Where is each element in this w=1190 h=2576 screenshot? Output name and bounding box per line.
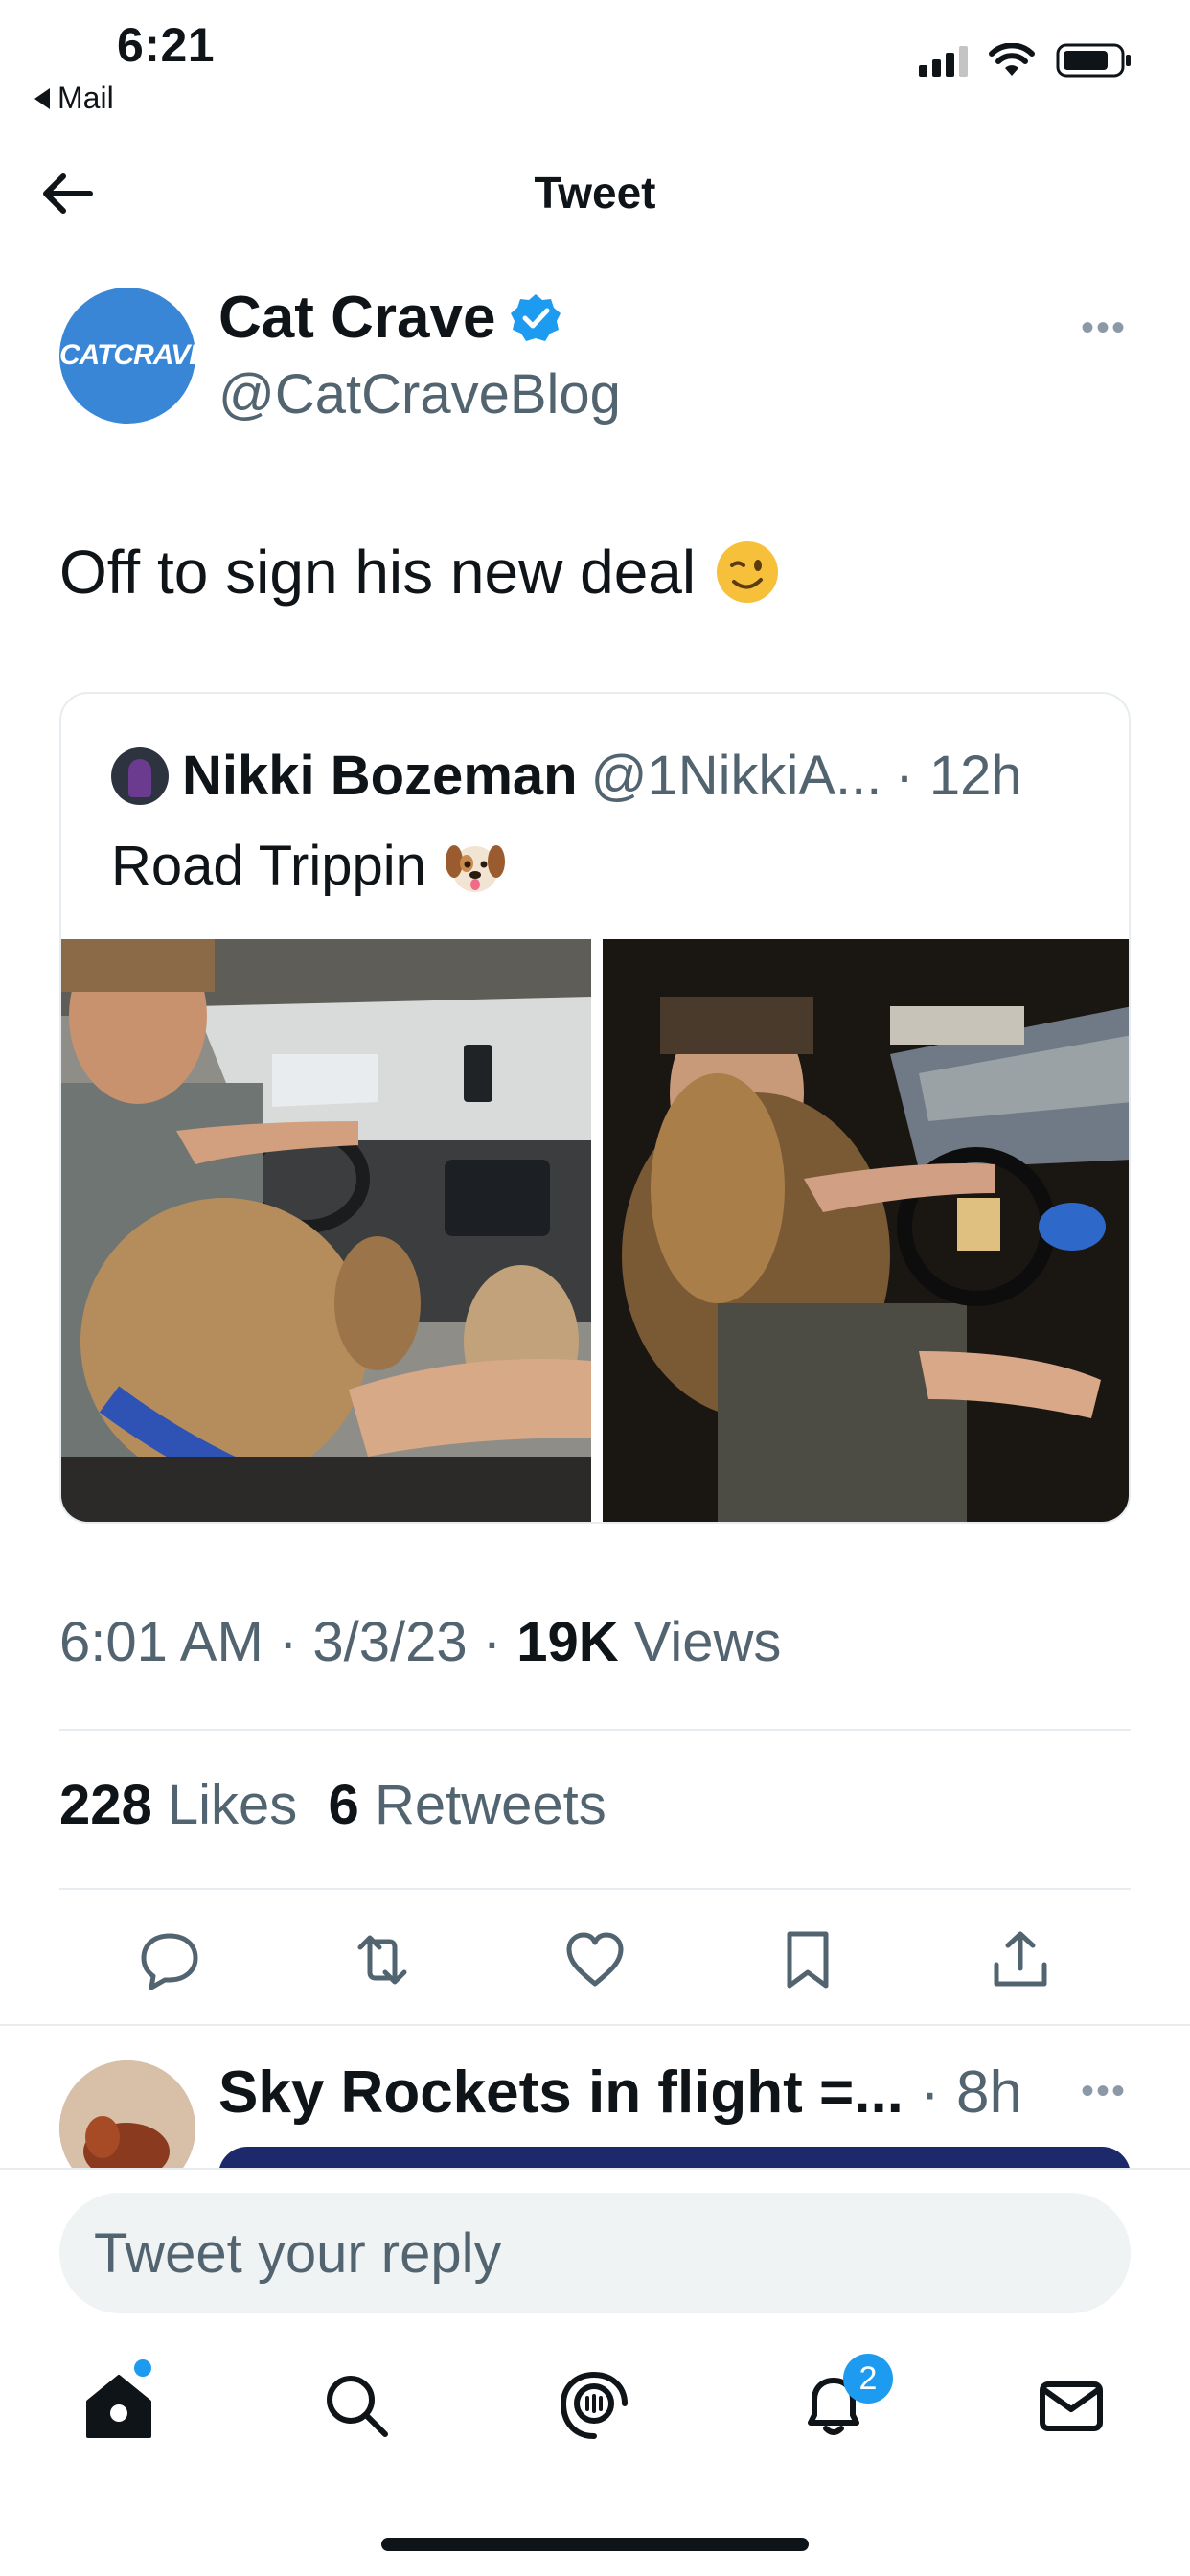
more-options-icon[interactable]: •••: [1081, 307, 1127, 350]
quoted-tweet-time: · 12h: [895, 745, 1022, 807]
reply-more-options-icon[interactable]: •••: [1081, 2070, 1127, 2113]
quoted-author-name: Nikki Bozeman: [182, 745, 578, 807]
section-divider: [0, 2024, 1190, 2026]
reply-time: · 8h: [920, 2059, 1022, 2126]
page-title: Tweet: [534, 168, 656, 218]
winking-face-icon: [717, 541, 779, 603]
back-to-mail[interactable]: Mail: [34, 80, 114, 116]
tweet-actions: [0, 1926, 1190, 2003]
quoted-tweet-body: Road Trippin: [111, 835, 426, 897]
bookmark-icon[interactable]: [774, 1926, 841, 1993]
author-handle[interactable]: @CatCraveBlog: [218, 362, 621, 426]
reply-icon[interactable]: [136, 1926, 203, 1993]
back-triangle-icon: [34, 87, 50, 109]
meta-separator: ·: [278, 1611, 298, 1673]
engagement-stats: 228 Likes 6 Retweets: [59, 1773, 606, 1837]
retweet-icon[interactable]: [349, 1926, 416, 1993]
retweets-label: Retweets: [374, 1774, 606, 1836]
quoted-photo-right[interactable]: [603, 939, 1131, 1524]
tweet-time: 6:01 AM: [59, 1611, 263, 1673]
quoted-tweet-header: Nikki Bozeman @1NikkiA... · 12h: [111, 744, 1022, 808]
meta-separator: ·: [482, 1611, 502, 1673]
retweets-stat[interactable]: 6 Retweets: [329, 1774, 606, 1836]
quoted-photo-left[interactable]: [61, 939, 591, 1524]
likes-count: 228: [59, 1774, 152, 1836]
views-label: Views: [633, 1611, 782, 1673]
cellular-signal-icon: [919, 44, 968, 77]
author-avatar[interactable]: CATCRAVE: [59, 288, 195, 424]
status-icons: [919, 42, 1133, 79]
quoted-author-handle: @1NikkiA...: [590, 745, 882, 807]
divider: [59, 1729, 1131, 1731]
avatar-logo-text: CATCRAVE: [59, 339, 195, 371]
status-time: 6:21: [117, 18, 216, 72]
tweet-body: Off to sign his new deal: [59, 538, 697, 607]
dog-face-icon: [445, 844, 505, 892]
reply-input[interactable]: [59, 2193, 1131, 2313]
battery-icon: [1056, 43, 1131, 78]
tweet-date: 3/3/23: [312, 1611, 468, 1673]
author-name: Cat Crave: [218, 285, 496, 351]
home-unread-dot: [134, 2359, 151, 2377]
nav-header: Tweet: [0, 144, 1190, 240]
reply-header[interactable]: Sky Rockets in flight =... · 8h: [218, 2058, 1022, 2127]
wifi-icon: [989, 43, 1035, 76]
share-icon[interactable]: [987, 1926, 1054, 1993]
views-count: 19K: [516, 1611, 619, 1673]
search-icon[interactable]: [318, 2367, 395, 2444]
tweet-text: Off to sign his new deal: [59, 537, 780, 608]
tweet-metadata: 6:01 AM · 3/3/23 · 19K Views: [59, 1610, 781, 1674]
likes-stat[interactable]: 228 Likes: [59, 1774, 297, 1836]
spaces-icon[interactable]: [556, 2367, 632, 2444]
divider: [59, 1888, 1131, 1890]
notifications-badge: 2: [843, 2354, 893, 2404]
quoted-author-avatar: [111, 747, 169, 805]
back-app-label: Mail: [57, 80, 114, 115]
quoted-tweet-text: Road Trippin: [111, 834, 507, 898]
messages-icon[interactable]: [1033, 2367, 1110, 2444]
author-name-row[interactable]: Cat Crave: [218, 284, 562, 352]
like-icon[interactable]: [561, 1926, 629, 1993]
quoted-tweet-card[interactable]: Nikki Bozeman @1NikkiA... · 12h Road Tri…: [59, 692, 1131, 1524]
retweets-count: 6: [328, 1774, 359, 1836]
home-indicator: [381, 2538, 809, 2551]
home-icon[interactable]: [80, 2367, 157, 2444]
reply-author-name: Sky Rockets in flight =...: [218, 2059, 904, 2126]
verified-badge-icon: [511, 293, 561, 341]
likes-label: Likes: [167, 1774, 298, 1836]
